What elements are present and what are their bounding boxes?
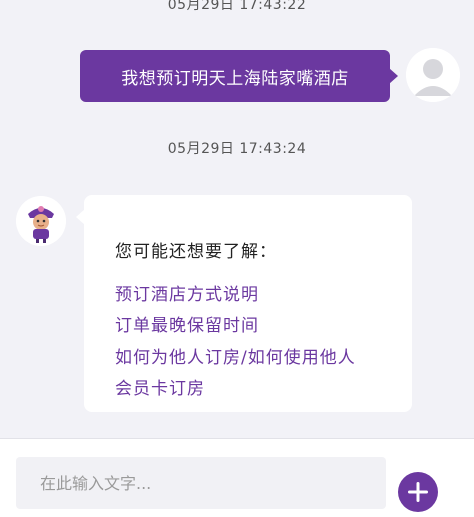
user-message-text: 我想预订明天上海陆家嘴酒店 (121, 68, 349, 89)
plus-icon (408, 482, 428, 502)
suggestion-link-booking-method[interactable]: 预订酒店方式说明 (115, 280, 259, 305)
user-message-bubble: 我想预订明天上海陆家嘴酒店 (80, 50, 398, 102)
suggestion-link-latest-hold-time[interactable]: 订单最晚保留时间 (115, 311, 259, 336)
message-input[interactable] (16, 457, 386, 509)
user-avatar-icon[interactable] (406, 48, 460, 102)
message-timestamp: 05月29日 17:43:24 (167, 141, 307, 157)
assistant-message-bubble: 您可能还想要了解： 预订酒店方式说明 订单最晚保留时间 如何为他人订房/如何使用… (76, 195, 412, 412)
suggestion-link-membership-card[interactable]: 会员卡订房 (115, 374, 205, 399)
assistant-mascot-icon (16, 196, 66, 246)
add-button[interactable] (398, 472, 438, 512)
assistant-intro-text: 您可能还想要了解： (115, 242, 277, 262)
suggestion-link-book-for-others[interactable]: 如何为他人订房/如何使用他人 (115, 343, 356, 368)
message-timestamp: 05月29日 17:43:22 (167, 0, 307, 13)
